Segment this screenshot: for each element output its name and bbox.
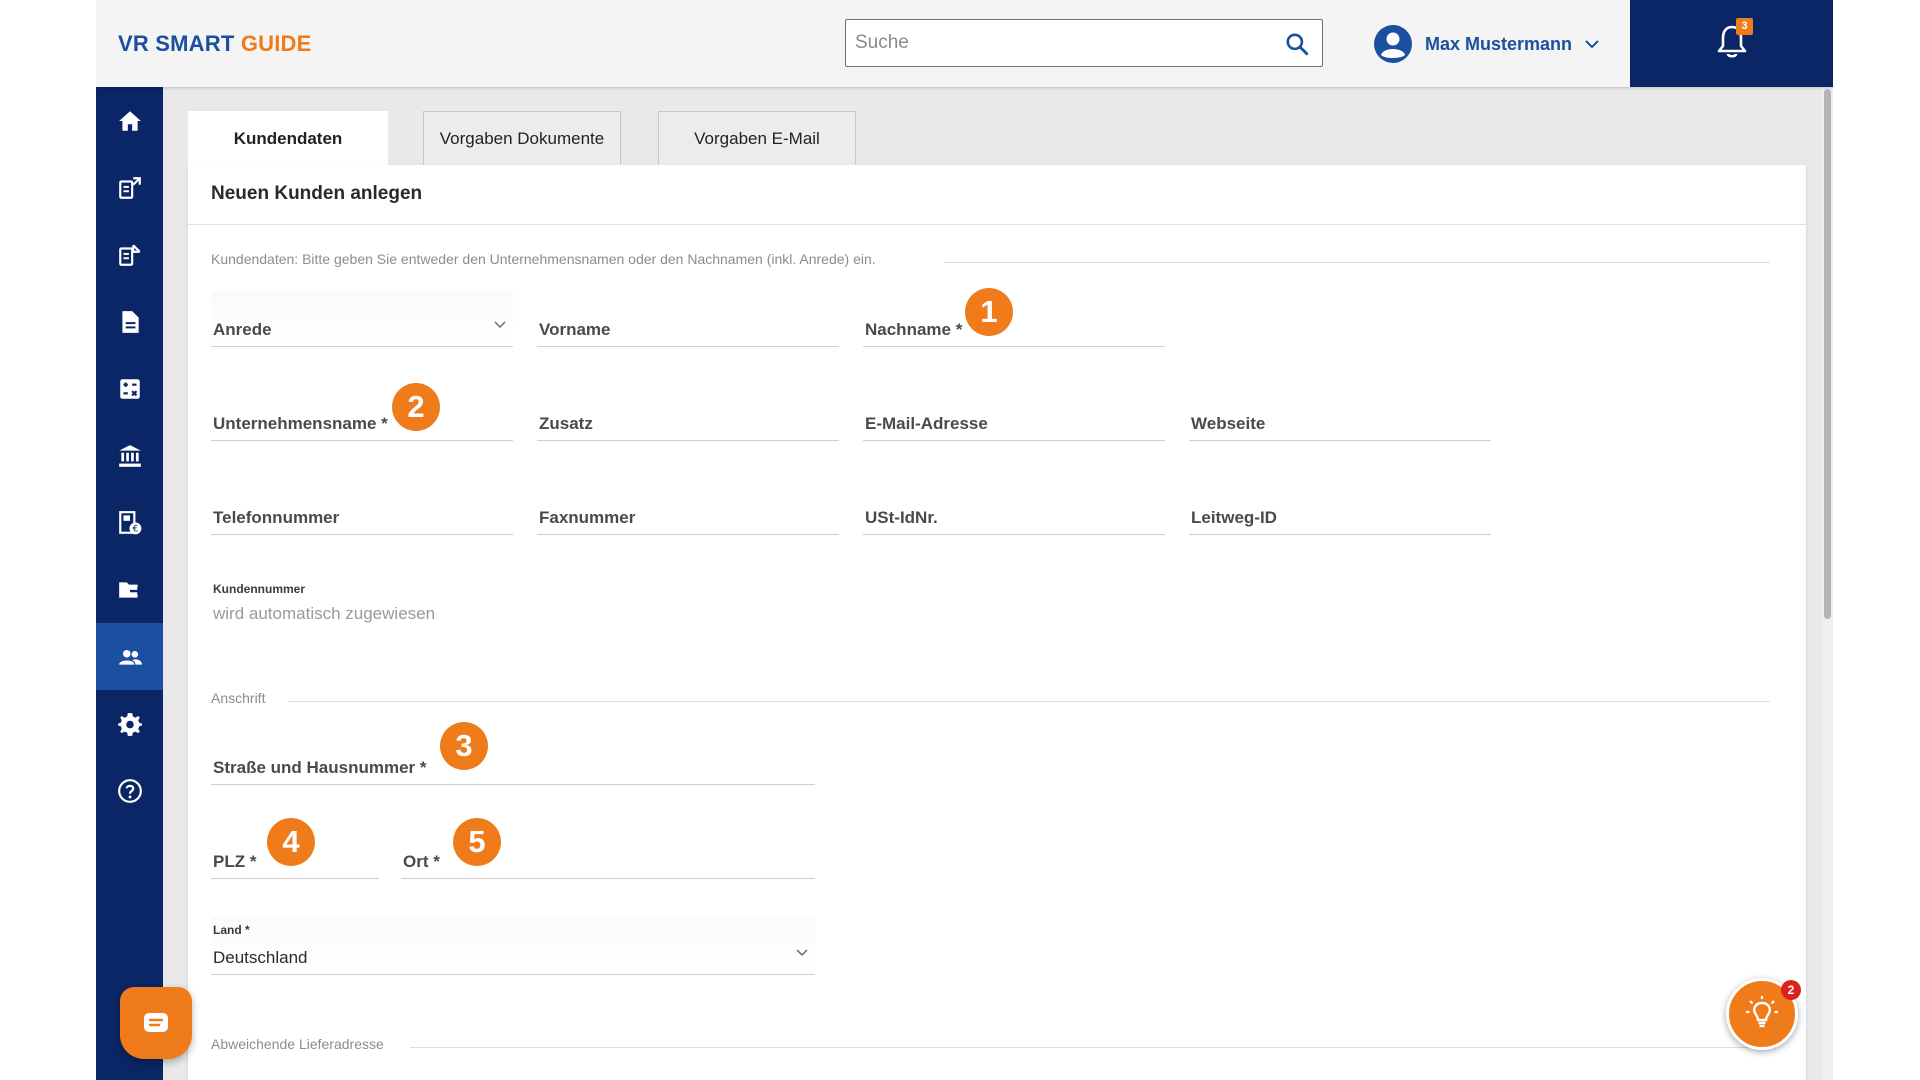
email-field[interactable]: E-Mail-Adresse (863, 385, 1165, 441)
notification-count-badge: 3 (1736, 18, 1753, 35)
form-title: Neuen Kunden anlegen (211, 183, 423, 204)
zusatz-field[interactable]: Zusatz (537, 385, 839, 441)
lightbulb-icon (1746, 996, 1778, 1028)
svg-text:€: € (132, 524, 138, 534)
fax-field[interactable]: Faxnummer (537, 479, 839, 535)
calculator-icon (119, 378, 140, 399)
sidebar-item-outgoing-invoices[interactable] (96, 154, 163, 221)
vorname-label: Vorname (539, 320, 611, 339)
anrede-label: Anrede (213, 320, 272, 339)
sidebar-item-receipts[interactable]: € (96, 489, 163, 556)
bank-icon (118, 444, 141, 467)
zusatz-label: Zusatz (539, 414, 593, 433)
search-box (845, 19, 1323, 67)
logo-text-guide: GUIDE (240, 31, 312, 56)
telefon-field[interactable]: Telefonnummer (211, 479, 513, 535)
chevron-down-icon (796, 949, 808, 957)
document-icon (121, 310, 139, 333)
tab-kundendaten[interactable]: Kundendaten (188, 111, 388, 165)
user-menu[interactable]: Max Mustermann (1373, 22, 1600, 66)
section-divider-address (288, 701, 1770, 702)
settings-gear-icon (117, 712, 142, 736)
webseite-label: Webseite (1191, 414, 1266, 433)
title-divider (188, 224, 1806, 225)
callout-marker-5: 5 (453, 818, 501, 866)
fax-label: Faxnummer (539, 508, 636, 527)
user-avatar-icon (1374, 25, 1412, 63)
section-divider-customer (944, 262, 1770, 263)
tab-vorgaben-email[interactable]: Vorgaben E-Mail (658, 111, 856, 165)
ort-label: Ort * (403, 852, 440, 871)
app-logo[interactable]: VR SMART GUIDE (118, 31, 312, 57)
email-label: E-Mail-Adresse (865, 414, 988, 433)
chevron-down-icon (1585, 40, 1599, 49)
incoming-invoice-icon (118, 243, 141, 266)
sidebar-item-documents[interactable] (96, 288, 163, 355)
chat-icon (144, 1013, 168, 1032)
callout-marker-3: 3 (440, 722, 488, 770)
telefon-label: Telefonnummer (213, 508, 340, 527)
chat-button[interactable] (120, 987, 192, 1059)
leitweg-id-label: Leitweg-ID (1191, 508, 1277, 527)
land-label: Land * (213, 923, 250, 937)
search-input[interactable] (855, 32, 1255, 54)
home-icon (118, 110, 141, 131)
sidebar-item-incoming-invoices[interactable] (96, 221, 163, 288)
land-value: Deutschland (213, 948, 308, 967)
help-icon (117, 778, 142, 803)
logo-text-vr-smart: VR SMART (118, 31, 241, 56)
anrede-select[interactable]: Anrede (211, 291, 513, 347)
kundennummer-label: Kundennummer (213, 582, 306, 596)
leitweg-id-field[interactable]: Leitweg-ID (1189, 479, 1491, 535)
section-label-delivery: Abweichende Lieferadresse (211, 1036, 384, 1052)
kundennummer-value: wird automatisch zugewiesen (213, 604, 436, 623)
page-scrollbar[interactable] (1822, 87, 1833, 1080)
scrollbar-thumb[interactable] (1824, 89, 1831, 619)
user-name: Max Mustermann (1425, 33, 1573, 54)
folder-export-icon (118, 581, 143, 598)
strasse-label: Straße und Hausnummer * (213, 758, 427, 777)
sidebar-item-customers[interactable] (96, 623, 163, 690)
sidebar-item-bank[interactable] (96, 422, 163, 489)
customers-icon (118, 649, 142, 665)
callout-marker-4: 4 (267, 818, 315, 866)
webseite-field[interactable]: Webseite (1189, 385, 1491, 441)
search-icon[interactable] (1284, 31, 1310, 57)
top-header: VR SMART GUIDE Max Mustermann (96, 0, 1833, 87)
app-window: VR SMART GUIDE Max Mustermann (96, 0, 1833, 1080)
outgoing-invoice-icon (118, 176, 141, 199)
sidebar-item-home[interactable] (96, 87, 163, 154)
sidebar-item-help[interactable] (96, 757, 163, 824)
sidebar-nav: € (96, 87, 163, 1080)
sidebar-item-export[interactable] (96, 556, 163, 623)
nachname-field[interactable]: Nachname * (863, 291, 1165, 347)
strasse-field[interactable]: Straße und Hausnummer * (211, 729, 815, 785)
plz-label: PLZ * (213, 852, 257, 871)
unternehmensname-label: Unternehmensname * (213, 414, 388, 433)
unternehmensname-field[interactable]: Unternehmensname * (211, 385, 513, 441)
ustid-field[interactable]: USt-IdNr. (863, 479, 1165, 535)
land-select[interactable]: Land * Deutschland (211, 917, 815, 975)
receipt-euro-icon: € (118, 510, 141, 534)
ustid-label: USt-IdNr. (865, 508, 938, 527)
nachname-label: Nachname * (865, 320, 963, 339)
tips-count-badge: 2 (1781, 980, 1801, 1000)
vorname-field[interactable]: Vorname (537, 291, 839, 347)
section-label-customer: Kundendaten: Bitte geben Sie entweder de… (211, 251, 876, 267)
sidebar-item-settings[interactable] (96, 690, 163, 757)
callout-marker-1: 1 (965, 288, 1013, 336)
sidebar-item-calculator[interactable] (96, 355, 163, 422)
section-label-address: Anschrift (211, 690, 266, 706)
tab-vorgaben-dokumente[interactable]: Vorgaben Dokumente (423, 111, 621, 165)
section-divider-delivery (410, 1047, 1770, 1048)
notifications-button[interactable]: 3 (1630, 0, 1833, 87)
callout-marker-2: 2 (392, 383, 440, 431)
chevron-down-icon (494, 321, 506, 329)
